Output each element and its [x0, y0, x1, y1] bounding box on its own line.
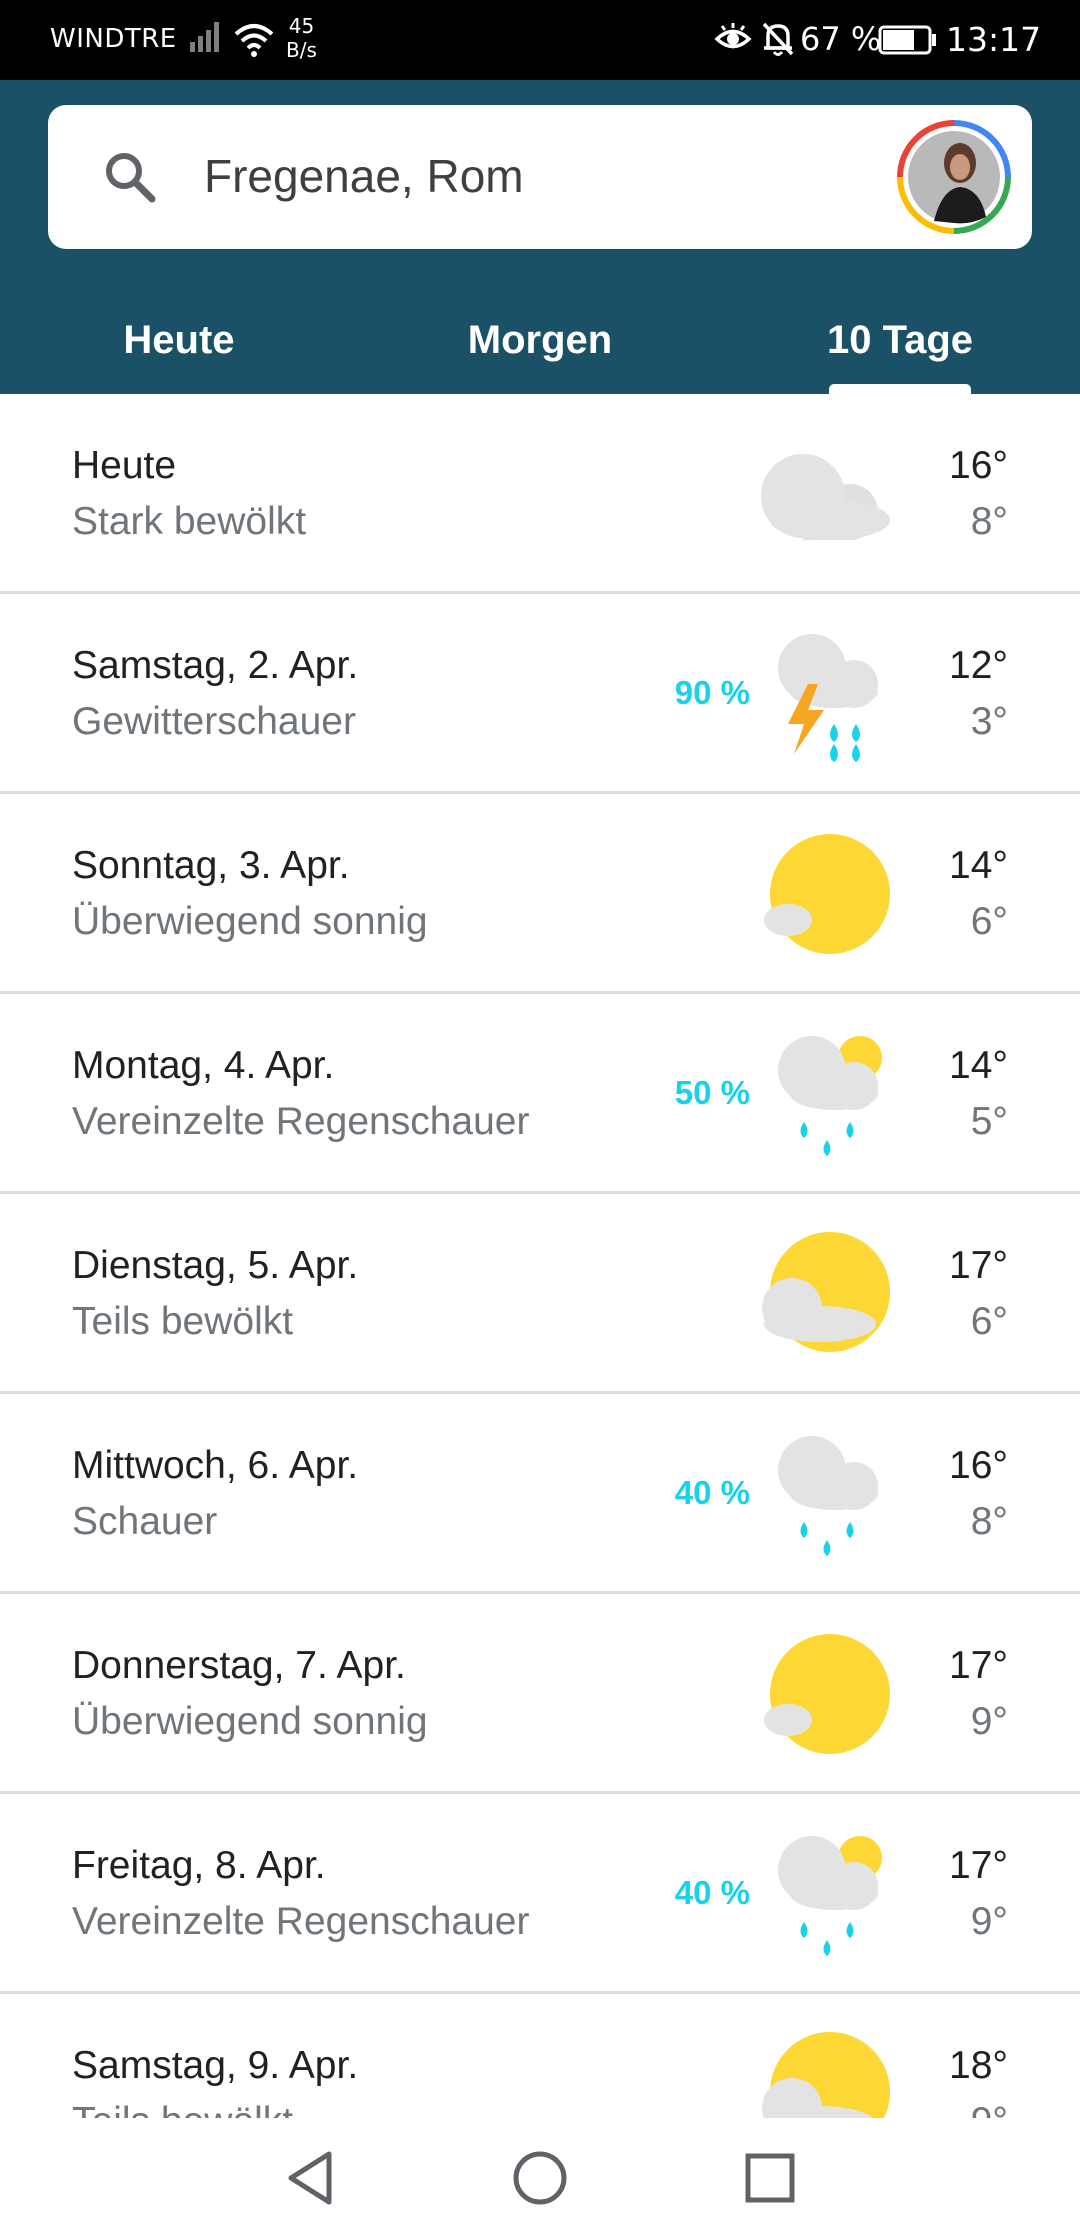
- temp-low: 5°: [970, 1100, 1008, 1143]
- forecast-row[interactable]: Samstag, 2. Apr. Gewitterschauer 90 % 12…: [0, 594, 1080, 794]
- forecast-row[interactable]: Donnerstag, 7. Apr. Überwiegend sonnig 1…: [0, 1594, 1080, 1794]
- status-bar: WINDTRE 45 B/s 67 % 13:17: [0, 0, 1080, 80]
- forecast-row[interactable]: Heute Stark bewölkt 16° 8°: [0, 394, 1080, 594]
- cloudy-icon: [750, 424, 900, 564]
- forecast-day: Freitag, 8. Apr.: [72, 1844, 326, 1887]
- eye-comfort-icon: [714, 22, 752, 60]
- precip-chance: 90 %: [674, 674, 750, 711]
- forecast-condition: Teils bewölkt: [72, 1300, 294, 1343]
- search-query[interactable]: Fregenae, Rom: [204, 149, 524, 203]
- temp-low: 9°: [970, 1700, 1008, 1743]
- app-header: Fregenae, Rom Heute Morgen 10 Tage: [0, 80, 1080, 394]
- forecast-row[interactable]: Sonntag, 3. Apr. Überwiegend sonnig 14° …: [0, 794, 1080, 994]
- precip-chance: 50 %: [674, 1074, 750, 1111]
- forecast-row[interactable]: Dienstag, 5. Apr. Teils bewölkt 17° 6°: [0, 1194, 1080, 1394]
- precip-chance: 40 %: [674, 1474, 750, 1511]
- forecast-condition: Gewitterschauer: [72, 700, 356, 743]
- forecast-row[interactable]: Freitag, 8. Apr. Vereinzelte Regenschaue…: [0, 1794, 1080, 1994]
- wifi-icon: [232, 20, 276, 62]
- temp-high: 18°: [949, 2044, 1008, 2087]
- temp-high: 14°: [949, 1044, 1008, 1087]
- forecast-day: Montag, 4. Apr.: [72, 1044, 335, 1087]
- battery-percent: 67 %: [800, 20, 882, 58]
- forecast-condition: Überwiegend sonnig: [72, 1700, 428, 1743]
- forecast-day: Donnerstag, 7. Apr.: [72, 1644, 406, 1687]
- system-nav-bar: [0, 2118, 1080, 2240]
- bell-off-icon: [760, 20, 796, 62]
- forecast-condition: Stark bewölkt: [72, 500, 307, 543]
- temp-low: 8°: [970, 500, 1008, 543]
- thunderstorm-icon: [750, 624, 900, 764]
- forecast-row[interactable]: Samstag, 9. Apr. Teils bewölkt 18° 9°: [0, 1994, 1080, 2118]
- net-speed: 45 B/s: [286, 14, 317, 62]
- clock: 13:17: [946, 20, 1042, 59]
- mostly-sunny-icon: [750, 824, 900, 964]
- selected-tab-indicator: [829, 384, 971, 394]
- temp-low: 6°: [970, 1300, 1008, 1343]
- temp-high: 12°: [949, 644, 1008, 687]
- temp-low: 8°: [970, 1500, 1008, 1543]
- temp-low: 3°: [970, 700, 1008, 743]
- temp-high: 14°: [949, 844, 1008, 887]
- forecast-row[interactable]: Montag, 4. Apr. Vereinzelte Regenschauer…: [0, 994, 1080, 1194]
- showers-icon: [750, 1424, 900, 1564]
- forecast-day: Heute: [72, 444, 177, 487]
- forecast-day: Samstag, 2. Apr.: [72, 644, 359, 687]
- forecast-day: Mittwoch, 6. Apr.: [72, 1444, 359, 1487]
- temp-low: 6°: [970, 900, 1008, 943]
- temp-high: 17°: [949, 1644, 1008, 1687]
- precip-chance: 40 %: [674, 1874, 750, 1911]
- forecast-condition: Vereinzelte Regenschauer: [72, 1100, 530, 1143]
- carrier-name: WINDTRE: [50, 24, 177, 54]
- home-icon[interactable]: [510, 2148, 570, 2213]
- search-bar[interactable]: Fregenae, Rom: [48, 105, 1032, 249]
- temp-high: 17°: [949, 1244, 1008, 1287]
- forecast-condition: Vereinzelte Regenschauer: [72, 1900, 530, 1943]
- temp-high: 16°: [949, 444, 1008, 487]
- forecast-day: Sonntag, 3. Apr.: [72, 844, 350, 887]
- back-icon[interactable]: [283, 2148, 337, 2213]
- tab-bar: Heute Morgen 10 Tage: [0, 290, 1080, 394]
- temp-low: 9°: [970, 1900, 1008, 1943]
- net-speed-value: 45: [288, 14, 315, 38]
- forecast-condition: Überwiegend sonnig: [72, 900, 428, 943]
- mostly-sunny-icon: [750, 1624, 900, 1764]
- temp-high: 17°: [949, 1844, 1008, 1887]
- tab-tomorrow[interactable]: Morgen: [410, 290, 670, 390]
- forecast-day: Samstag, 9. Apr.: [72, 2044, 359, 2087]
- signal-icon: [188, 18, 228, 58]
- battery-icon: [878, 25, 938, 59]
- tab-today[interactable]: Heute: [49, 290, 309, 390]
- partly-cloudy-icon: [750, 1224, 900, 1364]
- temp-high: 16°: [949, 1444, 1008, 1487]
- temp-low: 9°: [971, 2100, 1008, 2118]
- scattered-showers-icon: [750, 1024, 900, 1164]
- account-avatar[interactable]: [894, 117, 1014, 237]
- forecast-condition: Schauer: [72, 1500, 218, 1543]
- recents-icon[interactable]: [742, 2148, 798, 2213]
- net-speed-unit: B/s: [286, 38, 317, 62]
- forecast-day: Dienstag, 5. Apr.: [72, 1244, 359, 1287]
- search-icon[interactable]: [100, 147, 160, 212]
- scattered-showers-icon: [750, 1824, 900, 1964]
- tab-10-days[interactable]: 10 Tage: [770, 290, 1030, 390]
- forecast-row[interactable]: Mittwoch, 6. Apr. Schauer 40 % 16° 8°: [0, 1394, 1080, 1594]
- forecast-list[interactable]: Heute Stark bewölkt 16° 8° Samstag, 2. A…: [0, 394, 1080, 2118]
- forecast-condition: Teils bewölkt: [72, 2100, 293, 2118]
- partly-cloudy-icon: [750, 2024, 900, 2118]
